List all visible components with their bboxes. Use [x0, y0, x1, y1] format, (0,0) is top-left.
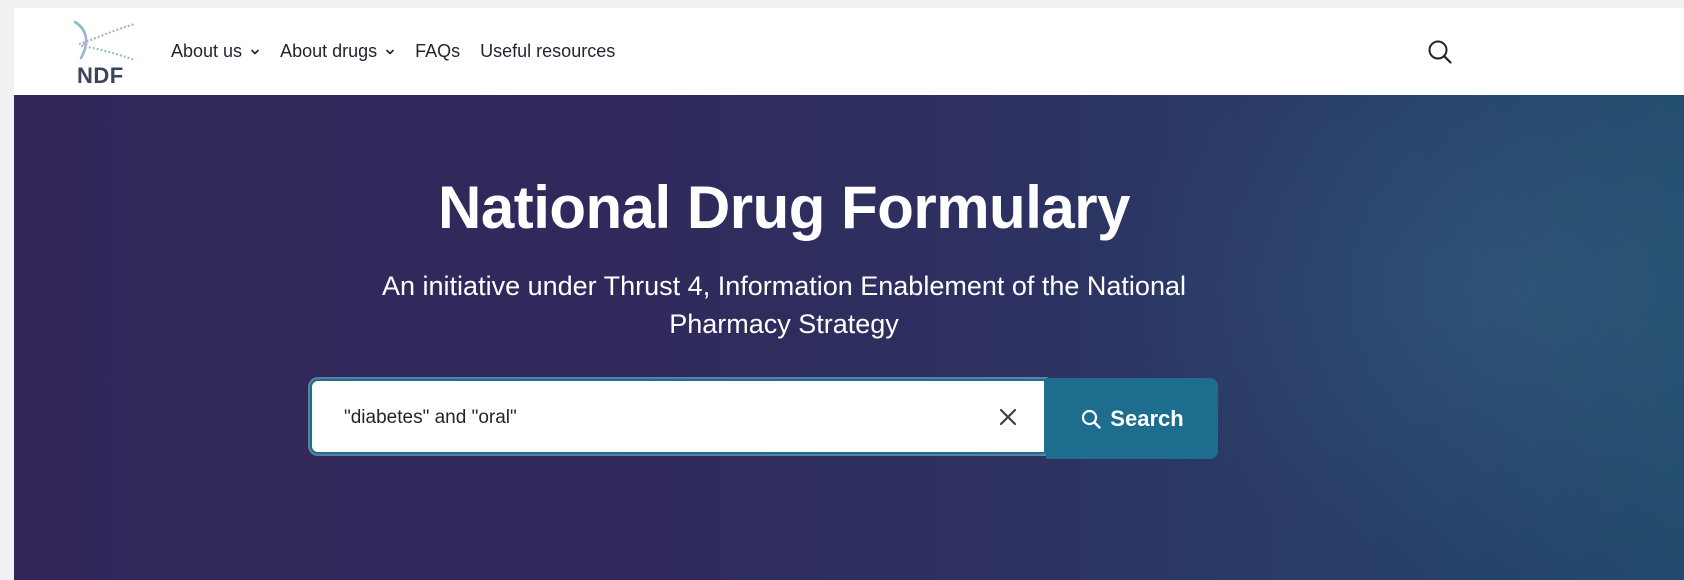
page-title: National Drug Formulary: [438, 174, 1130, 241]
nav-item-about-us[interactable]: About us: [171, 41, 260, 62]
nav-item-label: About us: [171, 41, 243, 61]
search-icon[interactable]: [1426, 38, 1454, 66]
logo-mark-icon: [73, 20, 136, 62]
logo-text: NDF: [77, 63, 124, 88]
nav-item-label: Useful resources: [480, 41, 616, 61]
nav-item-label: FAQs: [415, 41, 461, 61]
nav-links: About us About drugs FAQs Useful resourc…: [171, 8, 635, 95]
chevron-down-icon: [386, 49, 394, 54]
search-icon: [1082, 409, 1101, 429]
chevron-down-icon: [251, 49, 259, 54]
nav-item-faqs[interactable]: FAQs: [415, 41, 460, 62]
search-button[interactable]: Search: [1046, 378, 1218, 459]
page: NDF About us About drugs FAQs Useful res…: [14, 8, 1684, 580]
search-input[interactable]: [342, 381, 966, 454]
search-bar: Search: [310, 378, 1224, 459]
nav-item-about-drugs[interactable]: About drugs: [280, 41, 395, 62]
close-icon[interactable]: [996, 405, 1020, 429]
ndf-logo[interactable]: NDF: [73, 18, 137, 88]
hero-subtitle: An initiative under Thrust 4, Informatio…: [382, 271, 1186, 339]
search-box: [310, 379, 1046, 454]
search-button-label: Search: [1110, 405, 1184, 431]
top-navbar: NDF About us About drugs FAQs Useful res…: [14, 8, 1684, 95]
nav-item-label: About drugs: [280, 41, 378, 61]
hero-banner: National Drug Formulary An initiative un…: [14, 95, 1684, 580]
nav-item-useful-resources[interactable]: Useful resources: [480, 41, 615, 62]
